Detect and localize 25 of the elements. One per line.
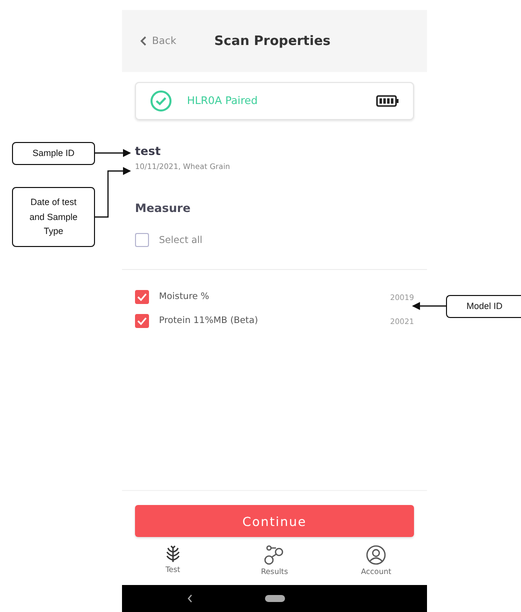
leader-line (412, 302, 446, 310)
callout-label: Model ID (446, 295, 521, 318)
checkbox-label: Select all (159, 234, 202, 246)
checkbox[interactable] (135, 233, 149, 247)
connected-nodes-icon (264, 545, 284, 565)
leader-line (95, 149, 131, 157)
home-button[interactable] (264, 595, 284, 602)
section-title: Measure (135, 201, 191, 215)
back-icon[interactable] (187, 594, 193, 603)
callout-label: Sample ID (12, 142, 95, 165)
device-status: HLR0A Paired (187, 95, 259, 107)
page-title: Scan Properties (214, 34, 331, 48)
back-button[interactable]: Back (140, 36, 176, 46)
account-icon (366, 545, 386, 565)
chevron-left-icon (140, 36, 147, 46)
wheat-icon (164, 545, 181, 563)
continue-button[interactable]: Continue (135, 505, 414, 537)
leader-line (95, 167, 131, 218)
sample-name: test (135, 144, 162, 158)
measure-name: Moisture % (159, 292, 210, 302)
checkbox[interactable] (135, 290, 149, 304)
battery-icon (376, 95, 399, 107)
checkbox[interactable] (135, 314, 149, 328)
callout-label: Date of test and Sample Type (12, 187, 95, 247)
measure-name: Protein 11%MB (Beta) (159, 316, 259, 326)
